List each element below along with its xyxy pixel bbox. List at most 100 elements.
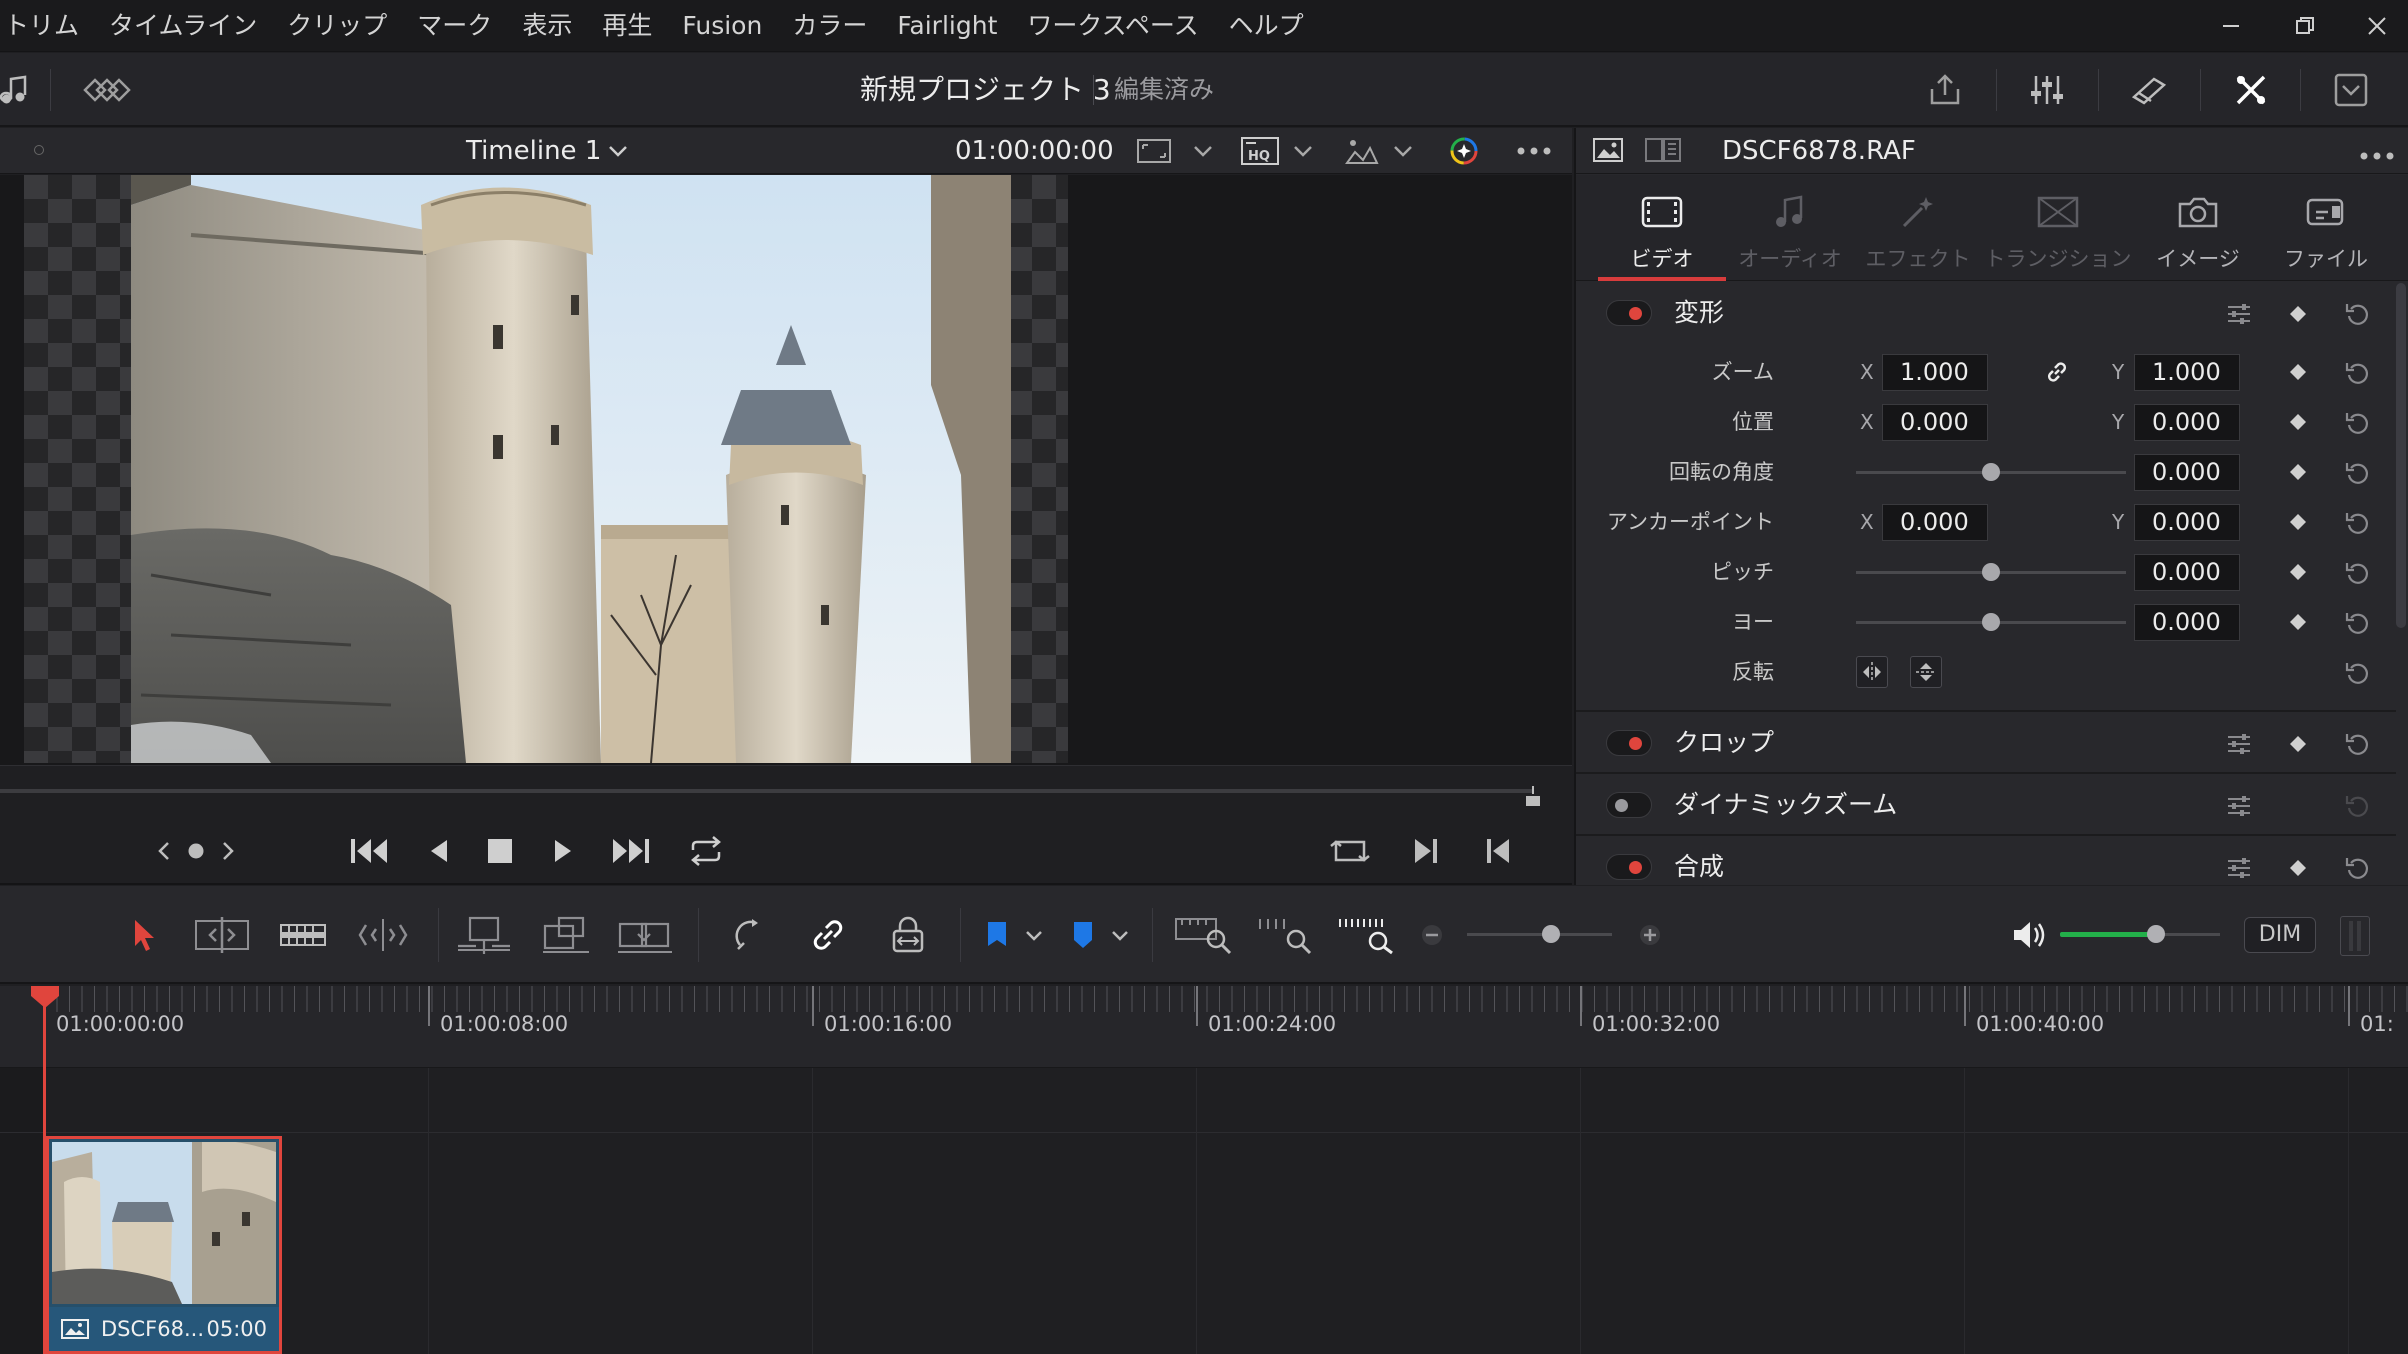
menu-playback[interactable]: 再生	[587, 0, 667, 52]
compare-toggle-button[interactable]	[1644, 136, 1682, 168]
color-viewer-button[interactable]	[1444, 134, 1484, 168]
reset-icon[interactable]	[2344, 609, 2372, 637]
menu-mark[interactable]: マーク	[402, 0, 507, 52]
viewer-size-button[interactable]	[1134, 134, 1174, 168]
keyframe-icon[interactable]	[2290, 364, 2306, 380]
section-dynamic-zoom-header[interactable]: ダイナミックズーム	[1576, 776, 2396, 834]
menu-timeline[interactable]: タイムライン	[94, 0, 272, 52]
dynamic-trim-button[interactable]	[278, 912, 328, 958]
menu-fairlight[interactable]: Fairlight	[882, 0, 1012, 52]
mixer-button[interactable]	[2024, 67, 2070, 113]
close-window-button[interactable]	[2342, 0, 2408, 52]
dim-button[interactable]: DIM	[2244, 917, 2316, 953]
menu-trim[interactable]: トリム	[0, 0, 94, 52]
link-icon[interactable]	[2044, 359, 2070, 389]
go-to-first-frame-button[interactable]	[348, 831, 392, 871]
anchor-y-field[interactable]: 0.000	[2134, 504, 2240, 541]
zoom-in-button[interactable]	[1638, 912, 1662, 958]
timeline[interactable]: 01:00:00:00 01:00:08:00 01:00:16:00 01:0…	[0, 986, 2408, 1354]
tab-image[interactable]: イメージ	[2134, 175, 2262, 281]
match-frame-button[interactable]	[1328, 831, 1372, 871]
audio-panel-button[interactable]	[0, 67, 38, 113]
export-button[interactable]	[1922, 67, 1968, 113]
loop-button[interactable]	[684, 831, 728, 871]
pitch-slider-knob[interactable]	[1982, 563, 2000, 581]
reset-icon[interactable]	[2344, 459, 2372, 487]
chevron-down-icon[interactable]	[1110, 926, 1130, 972]
reset-icon[interactable]	[2344, 855, 2370, 881]
inspector-more-button[interactable]	[2358, 146, 2396, 165]
menu-workspace[interactable]: ワークスペース	[1012, 0, 1213, 52]
chevron-down-icon[interactable]	[606, 139, 630, 163]
menu-clip[interactable]: クリップ	[272, 0, 402, 52]
proxy-quality-button[interactable]: HQ	[1238, 134, 1282, 168]
settings-sliders-icon[interactable]	[2226, 855, 2252, 881]
tab-transition[interactable]: トランジション	[1982, 175, 2134, 281]
zoom-full-button[interactable]	[1174, 912, 1234, 958]
rotation-slider-knob[interactable]	[1982, 463, 2000, 481]
keyframe-icon[interactable]	[2285, 855, 2311, 881]
reset-icon[interactable]	[2344, 359, 2372, 387]
yaw-slider-knob[interactable]	[1982, 613, 2000, 631]
scrub-track[interactable]	[0, 789, 1534, 793]
settings-sliders-icon[interactable]	[2226, 301, 2252, 327]
reset-icon[interactable]	[2344, 793, 2370, 819]
section-crop-header[interactable]: クロップ	[1576, 714, 2396, 772]
keyframe-icon[interactable]	[2290, 514, 2306, 530]
menu-color[interactable]: カラー	[777, 0, 882, 52]
inspector-scrollbar[interactable]	[2396, 283, 2406, 628]
flag-button[interactable]	[982, 912, 1012, 958]
keyframe-icon[interactable]	[2290, 464, 2306, 480]
blade-button[interactable]	[356, 912, 410, 958]
reset-icon[interactable]	[2344, 409, 2372, 437]
chevron-down-icon[interactable]	[1292, 140, 1314, 174]
insert-clip-button[interactable]	[456, 912, 512, 958]
chevron-down-icon[interactable]	[1392, 140, 1414, 174]
playhead[interactable]	[43, 986, 46, 1354]
flip-horizontal-button[interactable]	[1856, 656, 1888, 688]
zoom-y-field[interactable]: 1.000	[2134, 354, 2240, 391]
rotation-field[interactable]: 0.000	[2134, 454, 2240, 491]
jog-left-button[interactable]	[152, 831, 176, 871]
next-edit-button[interactable]	[1408, 831, 1444, 871]
prev-edit-button[interactable]	[1480, 831, 1516, 871]
audio-meter-toggle[interactable]	[2340, 916, 2370, 956]
timeline-ruler[interactable]: 01:00:00:00 01:00:08:00 01:00:16:00 01:0…	[0, 986, 2408, 1068]
keyframe-icon[interactable]	[2290, 564, 2306, 580]
selection-mode-button[interactable]	[126, 912, 162, 958]
section-transform-header[interactable]: 変形	[1576, 284, 2396, 342]
zoom-out-button[interactable]	[1420, 912, 1444, 958]
effects-button[interactable]	[2126, 67, 2172, 113]
timeline-selector[interactable]: Timeline 1	[466, 128, 601, 174]
stop-button[interactable]	[484, 831, 516, 871]
reset-icon[interactable]	[2344, 559, 2372, 587]
go-to-last-frame-button[interactable]	[608, 831, 652, 871]
chevron-down-icon[interactable]	[1024, 926, 1044, 972]
keyframe-icon[interactable]	[2285, 301, 2311, 327]
keyframe-icon[interactable]	[2290, 614, 2306, 630]
reset-icon[interactable]	[2344, 301, 2370, 327]
position-x-field[interactable]: 0.000	[1882, 404, 1988, 441]
scrub-playhead[interactable]	[1524, 786, 1542, 808]
playhead-handle[interactable]	[31, 986, 59, 1008]
tab-audio[interactable]: オーディオ	[1726, 175, 1854, 281]
restore-button[interactable]	[2270, 0, 2340, 52]
viewer-scrubber[interactable]	[0, 765, 1572, 815]
zoom-custom-button[interactable]	[1336, 912, 1396, 958]
volume-knob[interactable]	[2147, 925, 2165, 943]
tab-effects[interactable]: エフェクト	[1854, 175, 1982, 281]
crop-enable-toggle[interactable]	[1606, 730, 1652, 756]
overwrite-clip-button[interactable]	[540, 912, 592, 958]
reverse-play-button[interactable]	[424, 831, 454, 871]
volume-button[interactable]	[2012, 912, 2048, 958]
reset-icon[interactable]	[2344, 509, 2372, 537]
timeline-zoom-slider[interactable]	[1467, 933, 1612, 936]
chevron-down-icon[interactable]	[1192, 140, 1214, 174]
reset-icon[interactable]	[2344, 659, 2372, 687]
menu-fusion[interactable]: Fusion	[667, 0, 777, 52]
position-lock-button[interactable]	[886, 912, 930, 958]
dynamic-zoom-enable-toggle[interactable]	[1606, 792, 1652, 818]
composite-enable-toggle[interactable]	[1606, 854, 1652, 880]
position-y-field[interactable]: 0.000	[2134, 404, 2240, 441]
zoom-detail-button[interactable]	[1256, 912, 1316, 958]
